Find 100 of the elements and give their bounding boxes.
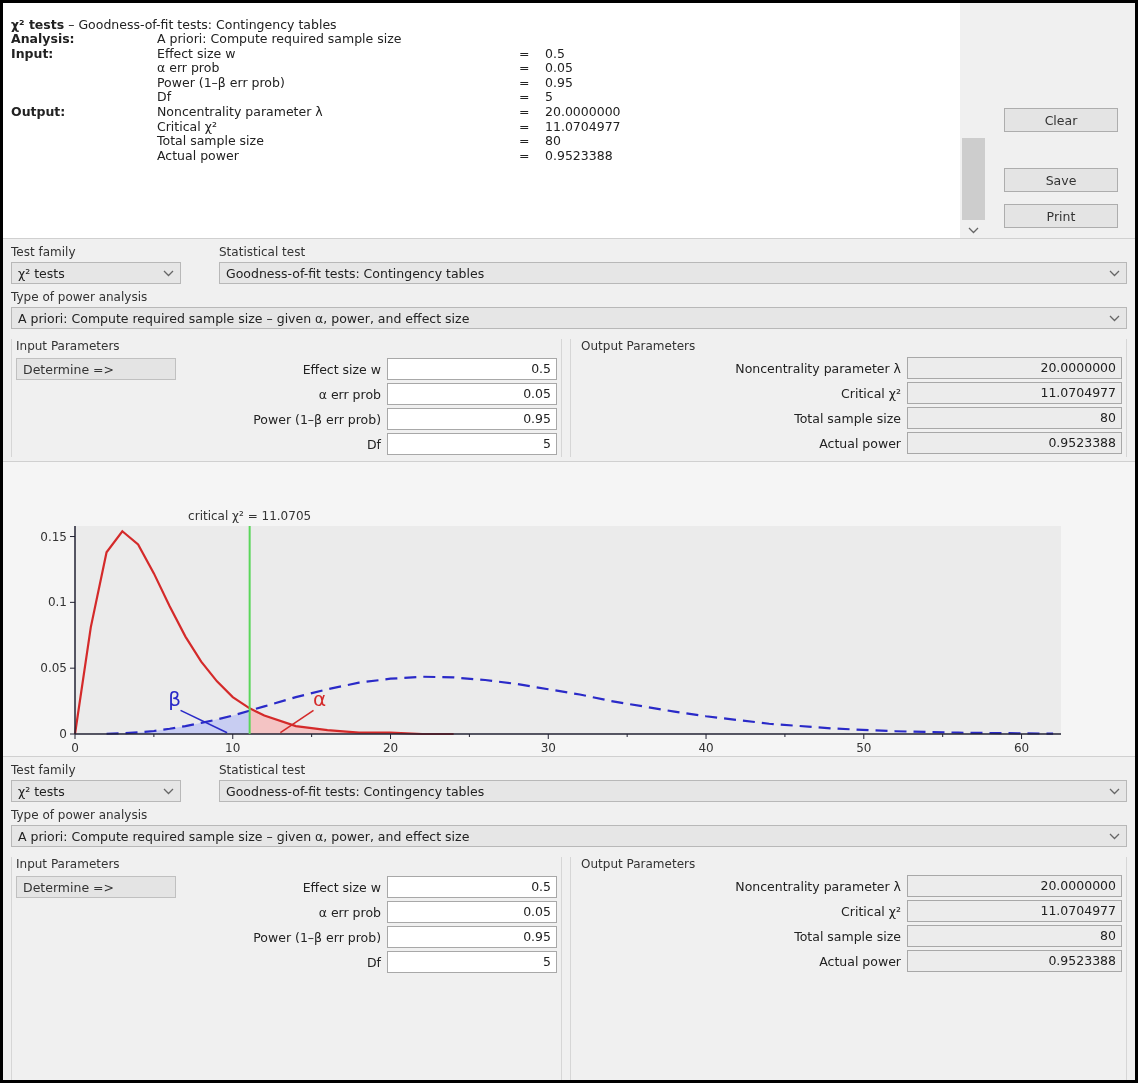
log-section-label: Output:: [11, 104, 67, 120]
input-field[interactable]: 0.05: [387, 383, 557, 405]
log-item: Effect size w: [157, 46, 236, 62]
log-item: α err prob: [157, 61, 221, 76]
parameter-label: Df: [366, 954, 381, 970]
log-value: 0.5: [545, 46, 566, 62]
log-value: 80: [545, 134, 562, 149]
input-field[interactable]: 0.95: [387, 926, 557, 948]
log-button[interactable]: Clear: [1004, 108, 1118, 132]
parameter-label: Critical χ²: [840, 903, 901, 919]
parameter-label: Power (1–β err prob): [253, 929, 381, 945]
output-field: 0.9523388: [907, 950, 1122, 972]
log-value: 11.0704977: [545, 119, 622, 135]
input-field[interactable]: 0.95: [387, 408, 557, 430]
parameter-label: Noncentrality parameter λ: [734, 878, 901, 894]
parameter-label: Total sample size: [793, 410, 901, 426]
chevron-down-icon: [163, 269, 174, 277]
parameter-label: Total sample size: [793, 928, 901, 944]
log-item: Actual power: [157, 148, 240, 164]
log-button[interactable]: Print: [1004, 204, 1118, 228]
x-tick-label: 0: [71, 741, 79, 754]
log-item: A priori: Compute required sample size: [157, 32, 403, 47]
chevron-down-icon: [1109, 832, 1120, 840]
log-value: 0.9523388: [545, 148, 614, 164]
test-family-dropdown[interactable]: χ² tests: [11, 262, 181, 284]
determine-button[interactable]: Determine =>: [16, 876, 176, 898]
log-item: Power (1–β err prob): [157, 75, 286, 91]
annotation-label: β: [168, 687, 181, 712]
log-item: Df: [157, 90, 173, 105]
input-field[interactable]: 0.5: [387, 358, 557, 380]
chevron-down-icon: [163, 787, 174, 795]
log-equals: =: [519, 90, 531, 105]
power-analysis-dropdown[interactable]: A priori: Compute required sample size – given α, power, and effect size: [11, 307, 1127, 329]
group-title: Input Parameters: [16, 339, 121, 354]
output-field: 0.9523388: [907, 432, 1122, 454]
parameter-label: Df: [366, 436, 381, 452]
test-family-label: Test family: [11, 763, 77, 778]
parameter-label: α err prob: [317, 386, 381, 402]
log-value: 0.95: [545, 75, 574, 91]
log-value: 5: [545, 90, 554, 105]
input-field[interactable]: 0.05: [387, 901, 557, 923]
parameter-label: Effect size w: [301, 361, 381, 377]
log-equals: =: [519, 46, 531, 62]
parameter-label: Effect size w: [301, 879, 381, 895]
log-section-label: Input:: [11, 46, 54, 62]
group-title: Input Parameters: [16, 857, 121, 872]
log-item: Critical χ²: [157, 119, 217, 135]
log-equals: =: [519, 148, 531, 164]
statistical-test-dropdown[interactable]: Goodness-of-fit tests: Contingency tables: [219, 780, 1127, 802]
log-equals: =: [519, 61, 531, 76]
critical-value-label: critical χ² = 11.0705: [188, 509, 312, 523]
group-title: Output Parameters: [580, 857, 697, 872]
power-analysis-dropdown[interactable]: A priori: Compute required sample size – given α, power, and effect size: [11, 825, 1127, 847]
test-family-label: Test family: [11, 245, 77, 260]
power-analysis-label: Type of power analysis: [11, 808, 149, 823]
output-field: 11.0704977: [907, 382, 1122, 404]
log-heading: χ² tests – Goodness-of-fit tests: Contingency tables: [11, 17, 338, 32]
input-field[interactable]: 5: [387, 433, 557, 455]
chevron-down-icon: [1109, 314, 1120, 322]
parameter-label: Noncentrality parameter λ: [734, 360, 901, 376]
parameter-label: Actual power: [818, 953, 901, 969]
log-value: 20.0000000: [545, 104, 622, 120]
log-item: Noncentrality parameter λ: [157, 104, 324, 120]
y-tick-label: 0: [59, 727, 67, 741]
log-value: 0.05: [545, 61, 574, 76]
test-family-dropdown[interactable]: χ² tests: [11, 780, 181, 802]
statistical-test-label: Statistical test: [219, 245, 307, 260]
power-analysis-label: Type of power analysis: [11, 290, 149, 305]
parameter-label: Power (1–β err prob): [253, 411, 381, 427]
annotation-label: α: [312, 687, 327, 712]
statistical-test-label: Statistical test: [219, 763, 307, 778]
input-field[interactable]: 0.5: [387, 876, 557, 898]
output-field: 80: [907, 925, 1122, 947]
output-field: 80: [907, 407, 1122, 429]
log-equals: =: [519, 75, 531, 91]
log-item: Total sample size: [157, 134, 265, 149]
scrollbar-thumb[interactable]: [962, 138, 985, 220]
x-tick-label: 10: [225, 741, 241, 754]
x-tick-label: 20: [382, 741, 399, 754]
leader-line: [279, 709, 315, 734]
chevron-down-icon: [968, 227, 979, 234]
parameter-label: Critical χ²: [840, 385, 901, 401]
input-field[interactable]: 5: [387, 951, 557, 973]
x-tick-label: 60: [1013, 741, 1030, 754]
statistical-test-dropdown[interactable]: Goodness-of-fit tests: Contingency tables: [219, 262, 1127, 284]
x-tick-label: 40: [698, 741, 714, 754]
y-tick-label: 0.15: [40, 529, 67, 544]
log-equals: =: [519, 119, 531, 135]
log-equals: =: [519, 134, 531, 149]
chevron-down-icon: [1109, 269, 1120, 277]
log-section-label: Analysis:: [11, 32, 76, 47]
leader-line: [179, 709, 228, 734]
determine-button[interactable]: Determine =>: [16, 358, 176, 380]
output-field: 20.0000000: [907, 875, 1122, 897]
output-field: 11.0704977: [907, 900, 1122, 922]
group-title: Output Parameters: [580, 339, 697, 354]
y-tick-label: 0.05: [40, 661, 67, 676]
chevron-down-icon: [1109, 787, 1120, 795]
log-button[interactable]: Save: [1004, 168, 1118, 192]
x-tick-label: 50: [856, 741, 872, 754]
